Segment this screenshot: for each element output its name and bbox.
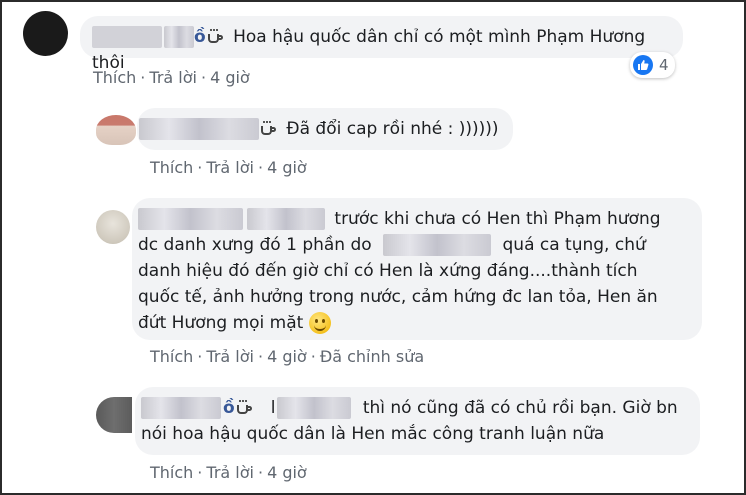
separator: · [197, 463, 203, 482]
comment-line: nói hoa hậu quốc dân là Hen mắc công tra… [141, 424, 605, 444]
smile-emoji-icon [308, 312, 331, 334]
reaction-count: 4 [659, 56, 669, 74]
like-link[interactable]: Thích [150, 158, 193, 177]
comment-text: Đã đổi cap rồi nhé : )))))) [286, 119, 499, 139]
comment-text: dc danh xưng đó 1 phần do [138, 235, 372, 255]
comment-text: đứt Hương mọi mặt [138, 313, 304, 333]
coffee-icon [261, 121, 277, 136]
author-name-redacted[interactable] [92, 26, 162, 48]
comment-bubble: Đã đổi cap rồi nhé : )))))) [137, 108, 513, 150]
reply-link[interactable]: Trả lời [206, 158, 254, 177]
comment-actions: Thích · Trả lời · 4 giờ [93, 68, 250, 87]
author-name-suffix[interactable]: ồ [194, 27, 206, 47]
comment-bubble: ồ l thì nó cũng đã có chủ rồi bạn. Giờ bn… [135, 387, 700, 455]
like-link[interactable]: Thích [150, 347, 193, 366]
avatar[interactable] [96, 210, 130, 244]
like-link[interactable]: Thích [150, 463, 193, 482]
comment-bubble: trước khi chưa có Hen thì Phạm hương dc … [132, 198, 702, 340]
separator: · [257, 158, 264, 177]
separator: · [310, 347, 316, 366]
separator: · [257, 463, 264, 482]
comment-line: trước khi chưa có Hen thì Phạm hương [138, 206, 702, 232]
comment-bubble: ồ Hoa hậu quốc dân chỉ có một mình Phạm … [80, 16, 683, 73]
mention-redacted[interactable] [277, 397, 352, 419]
reply-link[interactable]: Trả lời [149, 68, 197, 87]
avatar[interactable] [96, 115, 136, 145]
timestamp[interactable]: 4 giờ [267, 463, 307, 482]
reaction-summary[interactable]: 4 [630, 52, 675, 78]
edited-label[interactable]: Đã chỉnh sửa [320, 347, 424, 366]
author-name-suffix[interactable]: ồ [223, 398, 235, 418]
separator: · [140, 68, 146, 87]
separator: · [257, 347, 264, 366]
mention-prefix[interactable]: l [271, 398, 276, 418]
comment-line: danh hiệu đó đến giờ chỉ có Hen là xứng … [138, 261, 638, 281]
author-name-redacted[interactable] [139, 118, 259, 140]
comment-actions: Thích · Trả lời · 4 giờ [150, 463, 307, 482]
comment-text: quá ca tụng, chứ [502, 235, 646, 255]
comment-line: ồ l thì nó cũng đã có chủ rồi bạn. Giờ bn [141, 395, 700, 421]
separator: · [197, 347, 203, 366]
timestamp[interactable]: 4 giờ [267, 347, 307, 366]
mention-redacted[interactable] [247, 208, 325, 230]
like-link[interactable]: Thích [93, 68, 136, 87]
separator: · [200, 68, 207, 87]
coffee-icon [207, 29, 224, 44]
comment-line: dc danh xưng đó 1 phần do quá ca tụng, c… [138, 232, 702, 258]
like-icon [633, 55, 653, 75]
author-name-redacted[interactable] [164, 26, 194, 48]
timestamp[interactable]: 4 giờ [210, 68, 250, 87]
author-name-redacted[interactable] [141, 397, 221, 419]
author-name-redacted[interactable] [138, 208, 243, 230]
comment-actions: Thích · Trả lời · 4 giờ · Đã chỉnh sửa [150, 347, 424, 366]
comment-text: trước khi chưa có Hen thì Phạm hương [334, 209, 661, 229]
comment-text: thì nó cũng đã có chủ rồi bạn. Giờ bn [362, 398, 678, 418]
comment-line: đứt Hương mọi mặt [138, 310, 702, 336]
avatar[interactable] [23, 11, 68, 56]
comment-line: quốc tế, ảnh hưởng trong nước, cảm hứng … [138, 287, 658, 307]
reply-link[interactable]: Trả lời [206, 463, 254, 482]
avatar[interactable] [96, 397, 132, 433]
separator: · [197, 158, 203, 177]
reply-link[interactable]: Trả lời [206, 347, 254, 366]
comment-actions: Thích · Trả lời · 4 giờ [150, 158, 307, 177]
timestamp[interactable]: 4 giờ [267, 158, 307, 177]
coffee-icon [236, 400, 253, 415]
mention-redacted[interactable] [383, 234, 492, 256]
